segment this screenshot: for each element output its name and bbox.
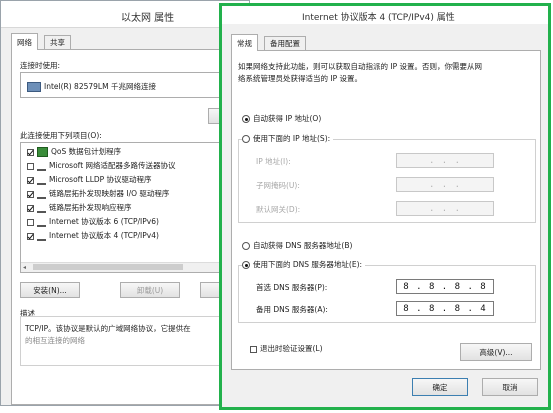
connect-using-label: 连接时使用: [20,61,61,70]
item-label: 链路层拓扑发现映射器 I/O 驱动程序 [49,189,170,198]
protocol-icon [37,161,46,171]
auto-ip-label: 自动获得 IP 地址(O) [253,114,322,123]
ipv4-general-panel: 如果网络支持此功能，则可以获取自动指派的 IP 设置。否则，你需要从网 络系统管… [231,50,541,370]
manual-ip-radio[interactable] [242,135,250,143]
qos-icon [37,147,48,157]
ok-button[interactable]: 确定 [412,378,468,396]
advanced-button[interactable]: 高级(V)... [460,343,532,361]
tab-general[interactable]: 常规 [231,34,258,51]
preferred-dns-label: 首选 DNS 服务器(P): [256,283,328,292]
validate-label: 退出时验证设置(L) [260,344,323,353]
manual-dns-option[interactable]: 使用下面的 DNS 服务器地址(E): [242,259,366,270]
list-item[interactable]: Microsoft LLDP 协议驱动程序 [27,174,152,186]
item-label: Internet 协议版本 4 (TCP/IPv4) [49,231,159,240]
list-item[interactable]: Internet 协议版本 6 (TCP/IPv6) [27,216,159,228]
manual-dns-radio[interactable] [242,261,250,269]
ip-address-label: IP 地址(I): [256,157,291,166]
description-group: TCP/IP。该协议是默认的广域网络协议，它提供在 的相互连接的网络 [20,316,248,366]
list-item[interactable]: Microsoft 网络适配器多路传送器协议 [27,160,176,172]
protocol-icon [37,203,46,213]
manual-dns-label: 使用下面的 DNS 服务器地址(E): [253,260,363,269]
item-label: Microsoft 网络适配器多路传送器协议 [49,161,176,170]
auto-dns-option[interactable]: 自动获得 DNS 服务器地址(B) [242,240,352,251]
validate-on-exit-option[interactable]: 退出时验证设置(L) [250,343,323,354]
auto-ip-option[interactable]: 自动获得 IP 地址(O) [242,113,321,124]
ethernet-titlebar: 以太网 属性 [1,1,249,28]
auto-dns-label: 自动获得 DNS 服务器地址(B) [253,241,353,250]
subnet-mask-label: 子网掩码(U): [256,181,300,190]
protocol-icon [37,231,46,241]
ip-address-field[interactable]: . . . [396,153,494,168]
preferred-dns-field[interactable]: 8 . 8 . 8 . 8 [396,279,494,294]
ipv4-titlebar: Internet 协议版本 4 (TCP/IPv4) 属性 [222,6,548,24]
adapter-name: Intel(R) 82579LM 千兆网络连接 [44,82,156,91]
ethernet-window-title: 以太网 属性 [121,13,175,24]
install-button[interactable]: 安装(N)... [20,282,80,298]
item-checkbox[interactable] [27,148,34,156]
item-checkbox[interactable] [27,162,34,170]
tab-network[interactable]: 网络 [11,33,38,50]
cancel-button[interactable]: 取消 [482,378,538,396]
tab-alternate-configuration[interactable]: 备用配置 [264,36,306,51]
item-checkbox[interactable] [27,218,34,226]
auto-ip-radio[interactable] [242,115,250,123]
scrollbar-thumb[interactable] [33,264,183,270]
adapter-box: Intel(R) 82579LM 千兆网络连接 [20,72,248,98]
default-gateway-field[interactable]: . . . [396,201,494,216]
subnet-mask-field[interactable]: . . . [396,177,494,192]
default-gateway-label: 默认网关(D): [256,205,301,214]
tab-sharing[interactable]: 共享 [44,35,71,50]
protocol-icon [37,175,46,185]
list-item[interactable]: Internet 协议版本 4 (TCP/IPv4) [27,230,159,242]
manual-ip-option[interactable]: 使用下面的 IP 地址(S): [242,133,334,144]
item-checkbox[interactable] [27,232,34,240]
item-checkbox[interactable] [27,176,34,184]
list-item[interactable]: 链路层拓扑发现映射器 I/O 驱动程序 [27,188,169,200]
description-text-2: 的相互连接的网络 [25,336,85,345]
ipv4-window-title: Internet 协议版本 4 (TCP/IPv4) 属性 [302,13,455,23]
item-checkbox[interactable] [27,190,34,198]
protocol-icon [37,189,46,199]
validate-checkbox[interactable] [250,345,257,353]
item-label: QoS 数据包计划程序 [51,147,122,156]
list-item[interactable]: 链路层拓扑发现响应程序 [27,202,132,214]
protocol-icon [37,217,46,227]
items-list: QoS 数据包计划程序 Microsoft 网络适配器多路传送器协议 Micro… [20,142,248,273]
scroll-left-icon[interactable]: ◂ [23,264,26,271]
ipv4-properties-window: Internet 协议版本 4 (TCP/IPv4) 属性 常规 备用配置 如果… [219,3,551,410]
ethernet-properties-window: 以太网 属性 网络 共享 连接时使用: Intel(R) 82579LM 千兆网… [0,0,250,406]
items-label: 此连接使用下列项目(O): [20,131,102,140]
network-adapter-icon [27,82,41,92]
manual-ip-label: 使用下面的 IP 地址(S): [253,134,331,143]
list-item[interactable]: QoS 数据包计划程序 [27,146,121,158]
auto-dns-radio[interactable] [242,242,250,250]
item-checkbox[interactable] [27,204,34,212]
item-label: 链路层拓扑发现响应程序 [49,203,132,212]
intro-text-line-2: 络系统管理员处获得适当的 IP 设置。 [238,74,363,83]
description-text: TCP/IP。该协议是默认的广域网络协议，它提供在 [25,324,191,333]
alternate-dns-field[interactable]: 8 . 8 . 8 . 4 [396,301,494,316]
item-label: Microsoft LLDP 协议驱动程序 [49,175,152,184]
alternate-dns-label: 备用 DNS 服务器(A): [256,305,328,314]
intro-text-line-1: 如果网络支持此功能，则可以获取自动指派的 IP 设置。否则，你需要从网 [238,62,483,71]
ethernet-network-panel: 连接时使用: Intel(R) 82579LM 千兆网络连接 此连接使用下列项目… [11,49,249,405]
item-label: Internet 协议版本 6 (TCP/IPv6) [49,217,159,226]
horizontal-scrollbar[interactable]: ◂ [21,262,247,272]
uninstall-button[interactable]: 卸载(U) [120,282,180,298]
